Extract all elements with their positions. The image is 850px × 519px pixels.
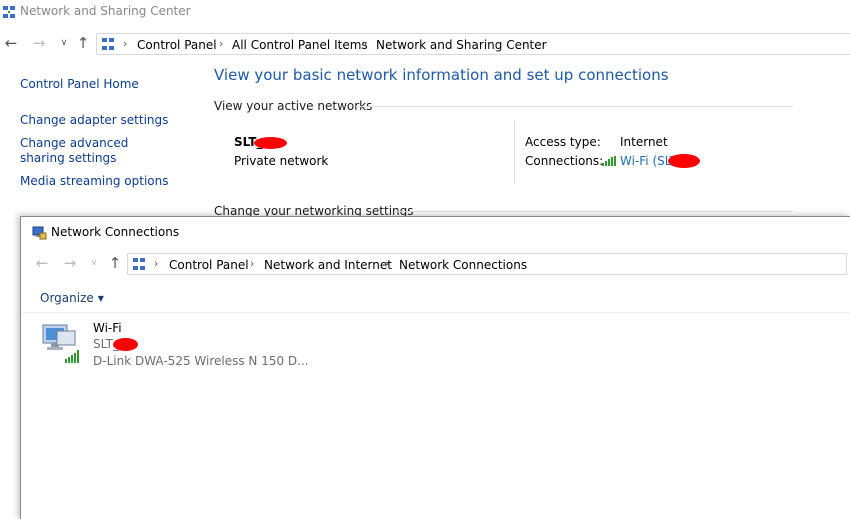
access-type-value: Internet	[620, 135, 668, 149]
breadcrumb-separator: ›	[385, 257, 390, 270]
network-connections-window: Network Connections ← → ∨ ↑ › Control Pa…	[20, 216, 850, 519]
breadcrumb-network-internet[interactable]: Network and Internet	[264, 258, 392, 272]
control-panel-home-link[interactable]: Control Panel Home	[20, 77, 139, 92]
section-divider	[394, 211, 793, 212]
back-arrow-icon[interactable]: ←	[33, 254, 51, 272]
breadcrumb-separator: ›	[219, 37, 224, 50]
change-advanced-sharing-link[interactable]: Change advanced sharing settings	[20, 136, 170, 166]
organize-label: Organize	[40, 291, 94, 305]
wifi-signal-icon	[65, 349, 79, 363]
active-networks-label: View your active networks	[214, 99, 373, 113]
back-arrow-icon[interactable]: ←	[2, 34, 20, 52]
nc-address-row: ← → ∨ ↑ › Control Panel › Network and In…	[21, 252, 850, 276]
recent-chevron-icon[interactable]: ∨	[85, 254, 103, 272]
breadcrumb-control-panel[interactable]: Control Panel	[137, 38, 217, 52]
forward-arrow-icon[interactable]: →	[30, 34, 48, 52]
organize-menu[interactable]: Organize ▼	[40, 291, 104, 305]
breadcrumb-network-connections[interactable]: Network Connections	[399, 258, 527, 272]
control-panel-icon	[132, 257, 146, 271]
nc-window-title: Network Connections	[51, 225, 180, 239]
wifi-signal-icon	[602, 156, 616, 166]
nc-address-bar[interactable]: › Control Panel › Network and Internet ›…	[127, 253, 847, 275]
page-heading: View your basic network information and …	[214, 66, 669, 84]
network-connections-icon	[31, 225, 47, 240]
network-divider	[514, 120, 515, 184]
nsc-address-row: ← → ∨ ↑ › Control Panel › All Control Pa…	[0, 32, 850, 56]
forward-arrow-icon[interactable]: →	[61, 254, 79, 272]
media-streaming-options-link[interactable]: Media streaming options	[20, 174, 168, 189]
adapter-name: Wi-Fi	[93, 321, 122, 335]
breadcrumb-separator: ›	[123, 37, 128, 50]
nsc-window-title: Network and Sharing Center	[20, 4, 191, 18]
network-category: Private network	[234, 154, 329, 168]
network-center-icon	[2, 5, 16, 19]
connections-label: Connections:	[525, 154, 604, 168]
control-panel-icon	[101, 37, 115, 51]
redaction-mark	[254, 137, 287, 149]
breadcrumb-separator: ›	[363, 37, 368, 50]
up-arrow-icon[interactable]: ↑	[106, 254, 124, 272]
nsc-address-bar[interactable]: › Control Panel › All Control Panel Item…	[96, 33, 850, 55]
breadcrumb-separator: ›	[154, 257, 159, 270]
adapter-device: D-Link DWA-525 Wireless N 150 D...	[93, 354, 309, 368]
dropdown-caret-icon: ▼	[97, 294, 104, 303]
breadcrumb-separator: ›	[250, 257, 255, 270]
redaction-mark	[113, 338, 138, 351]
breadcrumb-sharing-center[interactable]: Network and Sharing Center	[376, 38, 547, 52]
breadcrumb-all-items[interactable]: All Control Panel Items	[232, 38, 368, 52]
change-adapter-settings-link[interactable]: Change adapter settings	[20, 113, 168, 128]
command-bar: Organize ▼	[21, 283, 850, 313]
section-divider	[356, 106, 793, 107]
up-arrow-icon[interactable]: ↑	[74, 34, 92, 52]
breadcrumb-control-panel[interactable]: Control Panel	[169, 258, 249, 272]
nsc-title-bar: Network and Sharing Center	[0, 0, 850, 24]
recent-chevron-icon[interactable]: ∨	[55, 34, 73, 52]
access-type-label: Access type:	[525, 135, 601, 149]
redaction-mark	[668, 154, 700, 168]
